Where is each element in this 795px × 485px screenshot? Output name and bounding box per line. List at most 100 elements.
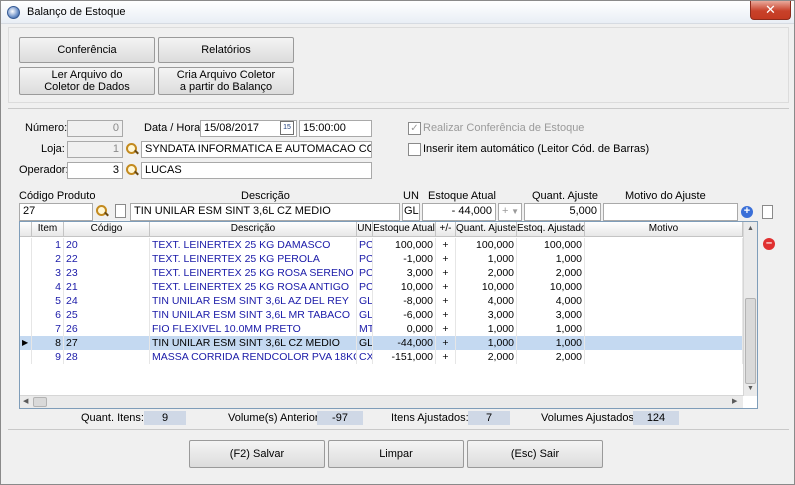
conferencia-button[interactable]: Conferência — [19, 37, 155, 63]
cria-arquivo-coletor-button[interactable]: Cria Arquivo Coletor a partir do Balanço — [158, 67, 294, 95]
cell-motivo — [585, 280, 743, 294]
cell-item: 7 — [32, 322, 64, 336]
volumes-anterior-value: -97 — [317, 411, 363, 425]
cell-estoque: -44,000 — [373, 336, 436, 350]
codigo-produto-input[interactable]: 27 — [19, 203, 93, 221]
cell-ajustado: 2,000 — [517, 266, 585, 280]
loja-code-field[interactable]: 1 — [67, 141, 123, 158]
cell-codigo: 27 — [64, 336, 150, 350]
salvar-button[interactable]: (F2) Salvar — [189, 440, 325, 468]
cell-motivo — [585, 294, 743, 308]
sign-value: + — [502, 205, 509, 217]
cell-sinal: + — [436, 252, 456, 266]
add-item-icon[interactable]: + — [741, 206, 753, 218]
quant-itens-label: Quant. Itens: — [81, 412, 144, 424]
operador-label: Operador: — [19, 164, 69, 176]
table-row[interactable]: 4 21 TEXT. LEINERTEX 25 KG ROSA ANTIGO PC 10… — [20, 280, 743, 294]
clear-entry-icon[interactable] — [762, 205, 773, 219]
cria-arquivo-label-line1: Cria Arquivo Coletor — [176, 69, 276, 81]
table-row[interactable]: 5 24 TIN UNILAR ESM SINT 3,6L AZ DEL REY GL… — [20, 294, 743, 308]
cell-descricao: TEXT. LEINERTEX 25 KG ROSA ANTIGO — [150, 280, 357, 294]
cell-motivo — [585, 238, 743, 252]
cell-ajuste: 2,000 — [456, 266, 517, 280]
limpar-button[interactable]: Limpar — [328, 440, 464, 468]
calendar-icon[interactable]: 15 — [280, 121, 294, 135]
cell-un: PC — [359, 280, 373, 294]
scroll-left-icon[interactable]: ◀ — [23, 397, 28, 407]
cell-codigo: 25 — [64, 308, 150, 322]
scroll-right-icon[interactable]: ▶ — [732, 397, 737, 407]
codigo-produto-header: Código Produto — [19, 190, 96, 202]
col-estoq-ajustado[interactable]: Estoq. Ajustado — [517, 222, 585, 237]
cell-estoque: -8,000 — [373, 294, 436, 308]
col-sinal[interactable]: +/- — [436, 222, 456, 237]
cell-ajuste: 1,000 — [456, 252, 517, 266]
col-codigo[interactable]: Código — [64, 222, 150, 237]
row-indicator — [20, 322, 32, 336]
cell-motivo — [585, 336, 743, 350]
operador-code-field[interactable]: 3 — [67, 162, 123, 179]
grid-vertical-scroll-thumb[interactable] — [745, 298, 756, 384]
cell-codigo: 22 — [64, 252, 150, 266]
cell-sinal: + — [436, 350, 456, 364]
table-row[interactable]: 9 28 MASSA CORRIDA RENDCOLOR PVA 18KG CX -15… — [20, 350, 743, 364]
hora-field[interactable]: 15:00:00 — [299, 120, 372, 137]
cell-item: 2 — [32, 252, 64, 266]
un-input: GL — [402, 203, 420, 221]
cell-codigo: 24 — [64, 294, 150, 308]
operador-name-field: LUCAS — [141, 162, 372, 179]
table-row[interactable]: 7 26 FIO FLEXIVEL 10.0MM PRETO MT 0,000 +1,00… — [20, 322, 743, 336]
close-button[interactable]: ✕ — [750, 1, 791, 20]
relatorios-button[interactable]: Relatórios — [158, 37, 294, 63]
sair-button[interactable]: (Esc) Sair — [467, 440, 603, 468]
quant-itens-value: 9 — [144, 411, 186, 425]
items-grid[interactable]: Item Código Descrição UN Estoque Atual +… — [19, 221, 758, 409]
inserir-auto-checkbox[interactable] — [408, 143, 421, 156]
grid-horizontal-scrollbar[interactable]: ◀ ▶ — [20, 395, 743, 408]
cell-descricao: FIO FLEXIVEL 10.0MM PRETO — [150, 322, 357, 336]
scroll-up-icon[interactable]: ▲ — [747, 224, 754, 234]
loja-search-icon[interactable] — [126, 143, 138, 155]
col-descricao[interactable]: Descrição — [150, 222, 357, 237]
col-estoque-atual[interactable]: Estoque Atual — [373, 222, 436, 237]
table-row[interactable]: 1 20 TEXT. LEINERTEX 25 KG DAMASCO PC 100,00… — [20, 238, 743, 252]
scroll-down-icon[interactable]: ▼ — [747, 384, 754, 394]
quant-ajuste-input[interactable]: 5,000 — [524, 203, 601, 221]
app-icon — [7, 6, 20, 19]
motivo-ajuste-input[interactable] — [603, 203, 738, 221]
cell-descricao: TIN UNILAR ESM SINT 3,6L AZ DEL REY — [150, 294, 357, 308]
col-quant-ajuste[interactable]: Quant. Ajuste — [456, 222, 517, 237]
cell-sinal: + — [436, 266, 456, 280]
col-un[interactable]: UN — [357, 222, 373, 237]
cell-codigo: 20 — [64, 238, 150, 252]
table-row[interactable]: 3 23 TEXT. LEINERTEX 25 KG ROSA SERENO PC 3,… — [20, 266, 743, 280]
col-item[interactable]: Item — [32, 222, 64, 237]
cell-motivo — [585, 266, 743, 280]
operador-search-icon[interactable] — [126, 164, 138, 176]
cria-arquivo-label-line2: a partir do Balanço — [179, 81, 273, 93]
table-row[interactable]: 2 22 TEXT. LEINERTEX 25 KG PEROLA PC -1,000 +… — [20, 252, 743, 266]
separator-bottom — [8, 429, 789, 430]
remove-item-icon[interactable]: – — [763, 238, 775, 250]
cell-descricao: TEXT. LEINERTEX 25 KG DAMASCO — [150, 238, 357, 252]
row-indicator — [20, 308, 32, 322]
ler-arquivo-coletor-button[interactable]: Ler Arquivo do Coletor de Dados — [19, 67, 155, 95]
sign-select[interactable]: + ▼ — [498, 203, 522, 221]
realizar-conferencia-checkbox[interactable]: ✓ — [408, 122, 421, 135]
table-row[interactable]: ▶ 8 27 TIN UNILAR ESM SINT 3,6L CZ MEDIO GL -… — [20, 336, 743, 350]
cell-un: MT — [359, 322, 373, 336]
cell-item: 1 — [32, 238, 64, 252]
produto-search-icon[interactable] — [96, 205, 108, 217]
grid-horizontal-scroll-thumb[interactable] — [33, 397, 47, 407]
col-motivo[interactable]: Motivo — [585, 222, 743, 237]
cell-item: 3 — [32, 266, 64, 280]
cell-sinal: + — [436, 308, 456, 322]
cell-sinal: + — [436, 294, 456, 308]
cell-item: 5 — [32, 294, 64, 308]
document-icon[interactable] — [115, 204, 126, 218]
cell-ajuste: 3,000 — [456, 308, 517, 322]
row-pointer-icon: ▶ — [20, 336, 32, 350]
inserir-auto-label: Inserir item automático (Leitor Cód. de … — [423, 143, 650, 155]
grid-vertical-scrollbar[interactable]: ▲ ▼ — [743, 222, 757, 396]
table-row[interactable]: 6 25 TIN UNILAR ESM SINT 3,6L MR TABACO GL -… — [20, 308, 743, 322]
